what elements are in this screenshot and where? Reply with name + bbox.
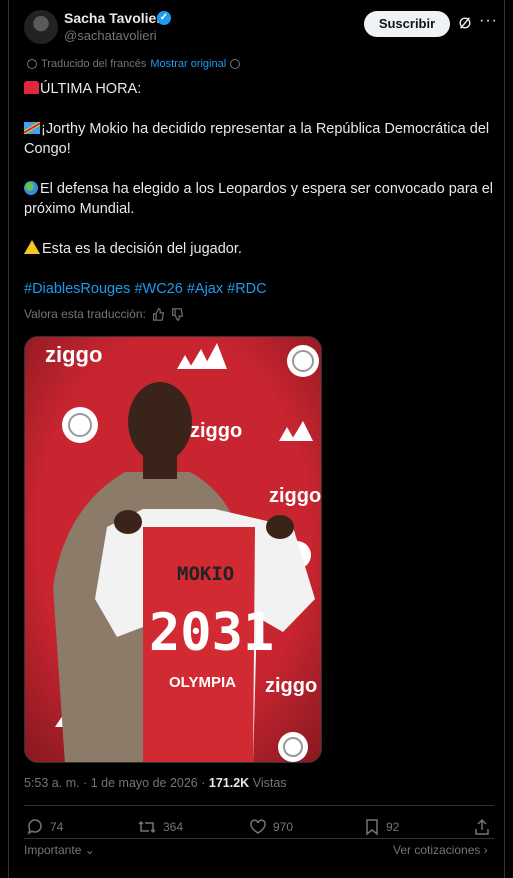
meta-separator: · xyxy=(83,776,88,790)
post-text: ÚLTIMA HORA: ¡Jorthy Mokio ha decidido r… xyxy=(24,78,494,299)
post-time[interactable]: 5:53 a. m. xyxy=(24,776,80,790)
post-line-3: El defensa ha elegido a los Leopardos y … xyxy=(24,181,494,217)
thumbs-down-icon[interactable] xyxy=(171,307,184,321)
rate-translation-label: Valora esta traducción: xyxy=(24,307,146,321)
repost-icon xyxy=(138,820,156,834)
chevron-right-icon: › xyxy=(480,843,488,857)
warning-icon xyxy=(24,240,40,254)
hashtag-ajax[interactable]: #Ajax xyxy=(187,281,223,297)
subscribe-button[interactable]: Suscribir xyxy=(364,11,450,37)
repost-button[interactable]: 364 xyxy=(137,818,183,836)
sort-replies-button[interactable]: Importante ⌄ xyxy=(24,843,95,857)
translation-bar: Traducido del francés Mostrar original xyxy=(27,58,241,70)
settings-icon[interactable] xyxy=(230,59,241,69)
reply-icon xyxy=(27,819,42,835)
bookmark-icon xyxy=(366,819,378,836)
post-date[interactable]: 1 de mayo de 2026 xyxy=(91,776,198,790)
sort-label: Importante xyxy=(24,843,82,857)
avatar[interactable] xyxy=(24,10,58,44)
sponsor-logo: ziggo xyxy=(190,420,242,442)
like-button[interactable]: 970 xyxy=(249,818,293,836)
quotes-label: Ver cotizaciones xyxy=(393,843,481,857)
repost-count: 364 xyxy=(163,820,184,834)
views-count: 171.2K xyxy=(208,776,250,790)
thumbs-up-icon[interactable] xyxy=(152,307,165,321)
show-original-link[interactable]: Mostrar original xyxy=(150,58,226,70)
globe-icon xyxy=(24,181,38,195)
jersey-number: 2031 xyxy=(149,603,274,663)
chevron-down-icon: ⌄ xyxy=(81,843,95,857)
meta-separator: · xyxy=(201,776,206,790)
reply-count: 74 xyxy=(50,820,64,834)
grok-icon[interactable] xyxy=(458,16,472,30)
translation-note: Traducido del francés xyxy=(41,58,147,70)
like-count: 970 xyxy=(273,820,294,834)
reply-button[interactable]: 74 xyxy=(26,818,63,836)
hashtag-diablesrouges[interactable]: #DiablesRouges xyxy=(24,281,130,297)
drc-flag-icon xyxy=(24,122,40,134)
hashtag-rdc[interactable]: #RDC xyxy=(227,281,266,297)
heart-icon xyxy=(250,819,266,834)
divider xyxy=(24,838,494,839)
sponsor-logo: ziggo xyxy=(45,342,102,367)
share-button[interactable] xyxy=(474,818,490,836)
author-handle[interactable]: @sachatavolieri xyxy=(64,28,157,43)
post-line-2: ¡Jorthy Mokio ha decidido representar a … xyxy=(24,121,490,157)
post-meta: 5:53 a. m. · 1 de mayo de 2026 · 171.2K … xyxy=(24,776,287,790)
kit-brand: OLYMPIA xyxy=(169,674,236,691)
hashtag-wc26[interactable]: #WC26 xyxy=(134,281,182,297)
more-options-icon[interactable]: ··· xyxy=(479,12,498,30)
author-name[interactable]: Sacha Tavolieri xyxy=(64,10,166,26)
verified-badge-icon[interactable]: ✓ xyxy=(157,11,171,25)
post-photo[interactable]: ziggo ziggo ziggo ziggo MOKIO 2031 OLYMP… xyxy=(24,336,322,763)
player-head xyxy=(128,382,192,462)
share-icon xyxy=(475,818,489,835)
rate-translation: Valora esta traducción: xyxy=(24,307,184,321)
bookmark-count: 92 xyxy=(386,820,400,834)
sponsor-logo: ziggo xyxy=(269,485,321,507)
photo-illustration: ziggo ziggo ziggo ziggo MOKIO 2031 OLYMP… xyxy=(25,337,321,762)
divider xyxy=(24,805,494,806)
translate-icon xyxy=(27,59,37,69)
post-line-1: ÚLTIMA HORA: xyxy=(40,81,142,97)
sponsor-logo: ziggo xyxy=(265,675,317,697)
view-quotes-link[interactable]: Ver cotizaciones › xyxy=(393,843,488,857)
post-line-4: Esta es la decisión del jugador. xyxy=(42,241,242,257)
views-label: Vistas xyxy=(252,776,287,790)
jersey-name: MOKIO xyxy=(177,563,234,585)
siren-icon xyxy=(24,81,39,94)
bookmark-button[interactable]: 92 xyxy=(364,818,399,836)
